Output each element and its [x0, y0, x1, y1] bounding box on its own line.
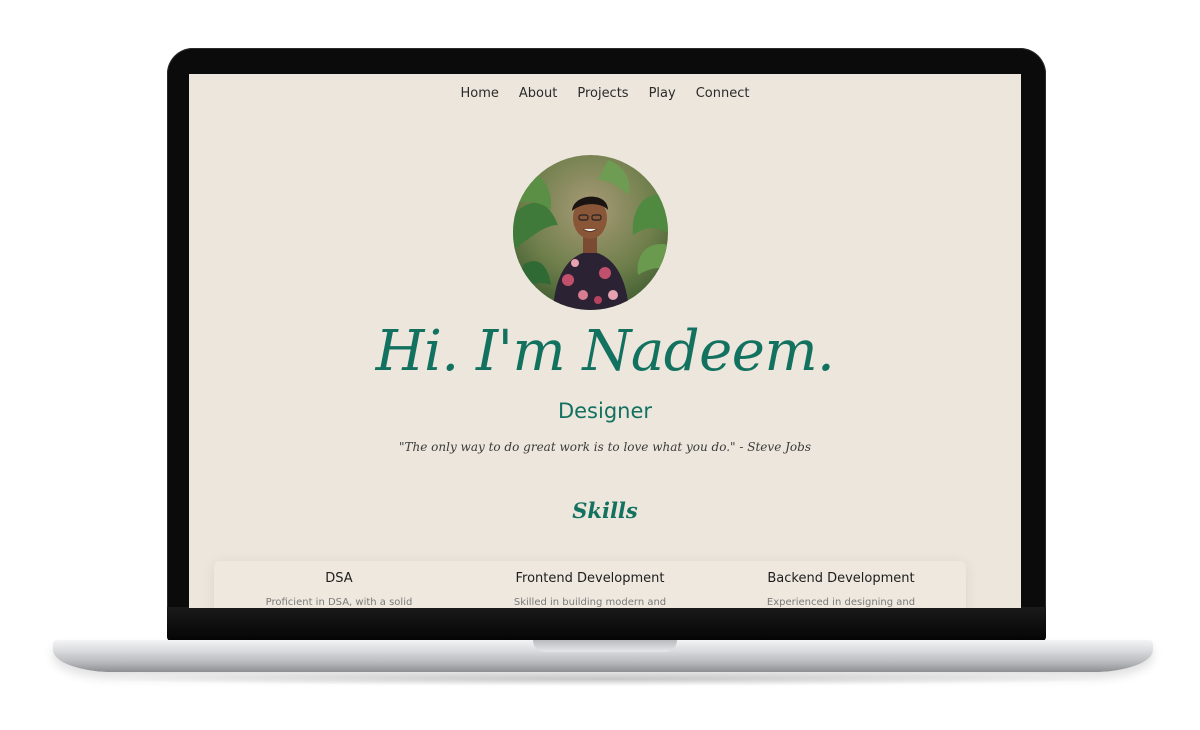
- nav-play[interactable]: Play: [649, 86, 676, 101]
- skill-description: Proficient in DSA, with a solid: [265, 597, 413, 608]
- laptop-bezel-bottom: [167, 607, 1046, 641]
- skill-item-dsa: DSA Proficient in DSA, with a solid: [214, 571, 464, 608]
- nav-connect[interactable]: Connect: [696, 86, 750, 101]
- skill-description: Skilled in building modern and: [513, 597, 667, 608]
- skill-title: DSA: [325, 571, 353, 586]
- skill-description: Experienced in designing and: [766, 597, 916, 608]
- profile-photo-illustration: [513, 155, 668, 310]
- nav-about[interactable]: About: [519, 86, 557, 101]
- laptop-mockup: Home About Projects Play Connect Hi. I'm…: [0, 0, 1200, 730]
- hero-quote: "The only way to do great work is to lov…: [399, 440, 811, 454]
- skill-title: Backend Development: [767, 571, 915, 586]
- hero-subtitle: Designer: [557, 399, 653, 423]
- hero-title: Hi. I'm Nadeem.: [375, 319, 835, 384]
- laptop-hinge-notch: [533, 640, 677, 652]
- skill-item-backend: Backend Development Experienced in desig…: [716, 571, 966, 608]
- laptop-shadow: [90, 672, 1120, 686]
- top-nav: Home About Projects Play Connect: [189, 86, 1021, 101]
- website-viewport[interactable]: Home About Projects Play Connect Hi. I'm…: [189, 74, 1021, 608]
- skills-card: DSA Proficient in DSA, with a solid Fron…: [214, 561, 966, 608]
- skill-title: Frontend Development: [515, 571, 665, 586]
- nav-home[interactable]: Home: [461, 86, 499, 101]
- skill-item-frontend: Frontend Development Skilled in building…: [465, 571, 715, 608]
- profile-photo-icon: [513, 155, 668, 310]
- skills-heading: Skills: [572, 498, 638, 523]
- nav-projects[interactable]: Projects: [577, 86, 628, 101]
